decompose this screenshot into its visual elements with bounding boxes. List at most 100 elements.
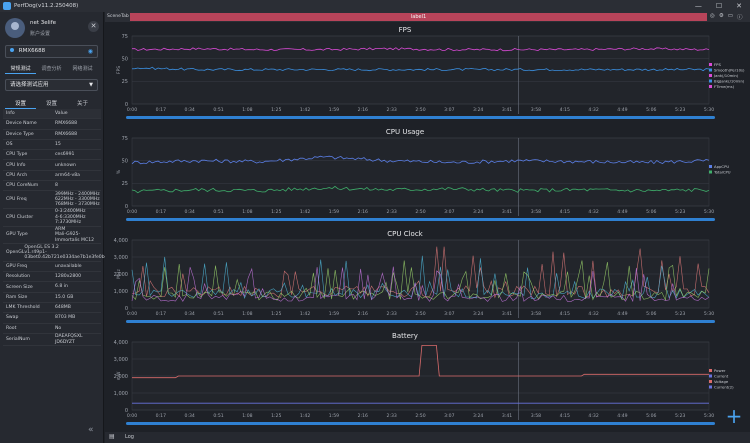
collapse-sidebar-icon[interactable]: « — [88, 425, 94, 435]
tab-analysis[interactable]: 调查分析 — [36, 64, 67, 74]
tab-standard-test[interactable]: 常规测试 — [5, 64, 36, 74]
info-value: ces6991 — [55, 152, 75, 158]
add-button[interactable]: + — [722, 405, 746, 429]
x-tick-label: 0:34 — [185, 209, 195, 215]
x-tick-label: 0:51 — [213, 311, 223, 317]
legend-label[interactable]: FPS — [714, 62, 721, 67]
settings-tabs: 设置 设置 关于 — [5, 99, 98, 109]
time-range-scrollbar[interactable] — [126, 320, 715, 323]
close-icon[interactable]: ✕ — [88, 21, 99, 32]
info-key: GPU Type — [6, 232, 28, 238]
x-tick-label: 3:41 — [502, 413, 512, 419]
x-tick-label: 4:15 — [560, 311, 570, 317]
app-logo-icon — [3, 2, 11, 10]
chart-svg[interactable]: 0 25 50 75 FPS 0:00 0:17 0:34 0:51 1:08 1:25 1:42 1:… — [105, 26, 750, 126]
tab-settings[interactable]: 设置 — [36, 99, 67, 109]
close-window-button[interactable]: ✕ — [736, 2, 742, 10]
legend-label[interactable]: Current — [714, 374, 729, 379]
y-axis-unit: mW — [116, 371, 122, 380]
legend-label[interactable]: TotalCPU — [713, 170, 731, 175]
time-range-scrollbar[interactable] — [126, 218, 715, 221]
log-tab[interactable]: Log — [125, 434, 134, 440]
expand-log-icon[interactable]: ▤ — [109, 433, 115, 440]
device-selector[interactable]: RMX6688 ◉ — [5, 45, 98, 58]
gear-icon[interactable]: ⚙ — [719, 13, 724, 21]
info-value: ARM Mali-G925-Immortalis MC12 — [55, 227, 95, 243]
x-tick-label: 2:33 — [386, 413, 396, 419]
legend-swatch — [709, 170, 712, 174]
table-row: Device Name RMX6688 — [3, 119, 101, 130]
x-tick-label: 3:24 — [473, 413, 483, 419]
time-range-scrollbar[interactable] — [126, 422, 715, 425]
legend-label[interactable]: Smooth(Per10s) — [714, 68, 745, 73]
x-tick-label: 4:32 — [588, 413, 598, 419]
y-tick-label: 4,000 — [114, 238, 128, 244]
tab-about[interactable]: 关于 — [67, 99, 98, 109]
table-row: CPU Type ces6991 — [3, 150, 101, 161]
legend-swatch — [709, 68, 712, 72]
x-tick-label: 1:42 — [300, 413, 310, 419]
tab-network-test[interactable]: 网络测试 — [67, 64, 98, 74]
y-tick-label: 3,000 — [114, 255, 128, 261]
y-tick-label: 3,000 — [114, 357, 128, 363]
x-tick-label: 1:59 — [329, 311, 339, 317]
x-tick-label: 5:30 — [704, 311, 714, 317]
y-tick-label: 0 — [125, 408, 128, 414]
y-tick-label: 0 — [125, 204, 128, 210]
table-row: CPU Info unknown — [3, 160, 101, 171]
x-tick-label: 3:58 — [531, 413, 541, 419]
x-tick-label: 4:49 — [617, 209, 627, 215]
scene-tab[interactable]: SceneTab — [107, 13, 129, 21]
info-key: CPU Freq — [6, 197, 27, 203]
x-tick-label: 0:00 — [127, 413, 137, 419]
x-tick-label: 1:08 — [242, 107, 252, 113]
chart-svg[interactable]: 0 25 50 75% 0:00 0:17 0:34 0:51 1:08 1:25 1:42 1:59… — [105, 128, 750, 228]
legend-label[interactable]: AppCPU — [714, 164, 729, 169]
legend-label[interactable]: Current(2) — [714, 385, 734, 390]
legend-label[interactable]: FTime(ms) — [714, 84, 735, 89]
legend-label[interactable]: Voltage — [714, 379, 729, 384]
maximize-button[interactable]: ☐ — [716, 2, 722, 10]
y-tick-label: 1,000 — [114, 391, 128, 397]
x-tick-label: 4:32 — [588, 209, 598, 215]
minimize-button[interactable]: — — [695, 2, 702, 10]
x-tick-label: 1:08 — [242, 311, 252, 317]
x-tick-label: 0:00 — [127, 311, 137, 317]
table-row: SerialNum DAEAFQSXL JD6DYZT — [3, 334, 101, 347]
avatar[interactable] — [5, 18, 25, 38]
folder-icon[interactable]: ▭ — [728, 13, 733, 21]
x-tick-label: 4:15 — [560, 209, 570, 215]
legend-label[interactable]: Power — [714, 368, 726, 373]
x-tick-label: 0:34 — [185, 413, 195, 419]
x-tick-label: 1:08 — [242, 413, 252, 419]
account-settings-link[interactable]: 账户设置 — [30, 30, 50, 37]
location-icon[interactable]: ◎ — [710, 13, 715, 21]
time-range-scrollbar[interactable] — [126, 116, 715, 119]
info-key: OS — [6, 142, 13, 148]
x-tick-label: 0:17 — [156, 209, 166, 215]
y-tick-label: 50 — [122, 56, 128, 62]
x-tick-label: 4:49 — [617, 311, 627, 317]
info-value: 15.0 GB — [55, 294, 74, 300]
info-icon[interactable]: ⓘ — [737, 13, 743, 21]
x-tick-label: 1:59 — [329, 107, 339, 113]
legend-label[interactable]: Jank(/10min) — [713, 73, 739, 78]
tab-info[interactable]: 设置 — [5, 99, 36, 109]
x-tick-label: 1:08 — [242, 209, 252, 215]
x-tick-label: 2:50 — [415, 209, 425, 215]
chart-battery: Battery 0 1,000 2,000 3,000 4,000 mW 0:00 0:17 0:… — [105, 332, 750, 432]
scene-label[interactable]: label1 — [130, 13, 707, 21]
y-tick-label: 50 — [122, 158, 128, 164]
chart-svg[interactable]: 01,0002,0003,0004,000MHz0:00 0:17 0:34 0:51… — [105, 230, 750, 330]
scene-bar: SceneTab label1 ◎ ⚙ ▭ ⓘ — [105, 12, 750, 22]
info-key: CPU Type — [6, 152, 28, 158]
info-key: LMK Threshold — [6, 305, 40, 311]
x-tick-label: 5:06 — [646, 107, 656, 113]
table-row: LMK Threshold 648MB — [3, 303, 101, 314]
chart-svg[interactable]: 01,0002,0003,0004,000mW0:00 0:17 0:34 0:51 1… — [105, 332, 750, 432]
legend-swatch — [709, 85, 712, 88]
legend-swatch — [709, 63, 712, 66]
app-select[interactable]: 请选择测试应用 ▼ — [5, 79, 98, 91]
x-tick-label: 2:16 — [358, 413, 368, 419]
legend-label[interactable]: BigJank(/10min) — [714, 79, 745, 84]
